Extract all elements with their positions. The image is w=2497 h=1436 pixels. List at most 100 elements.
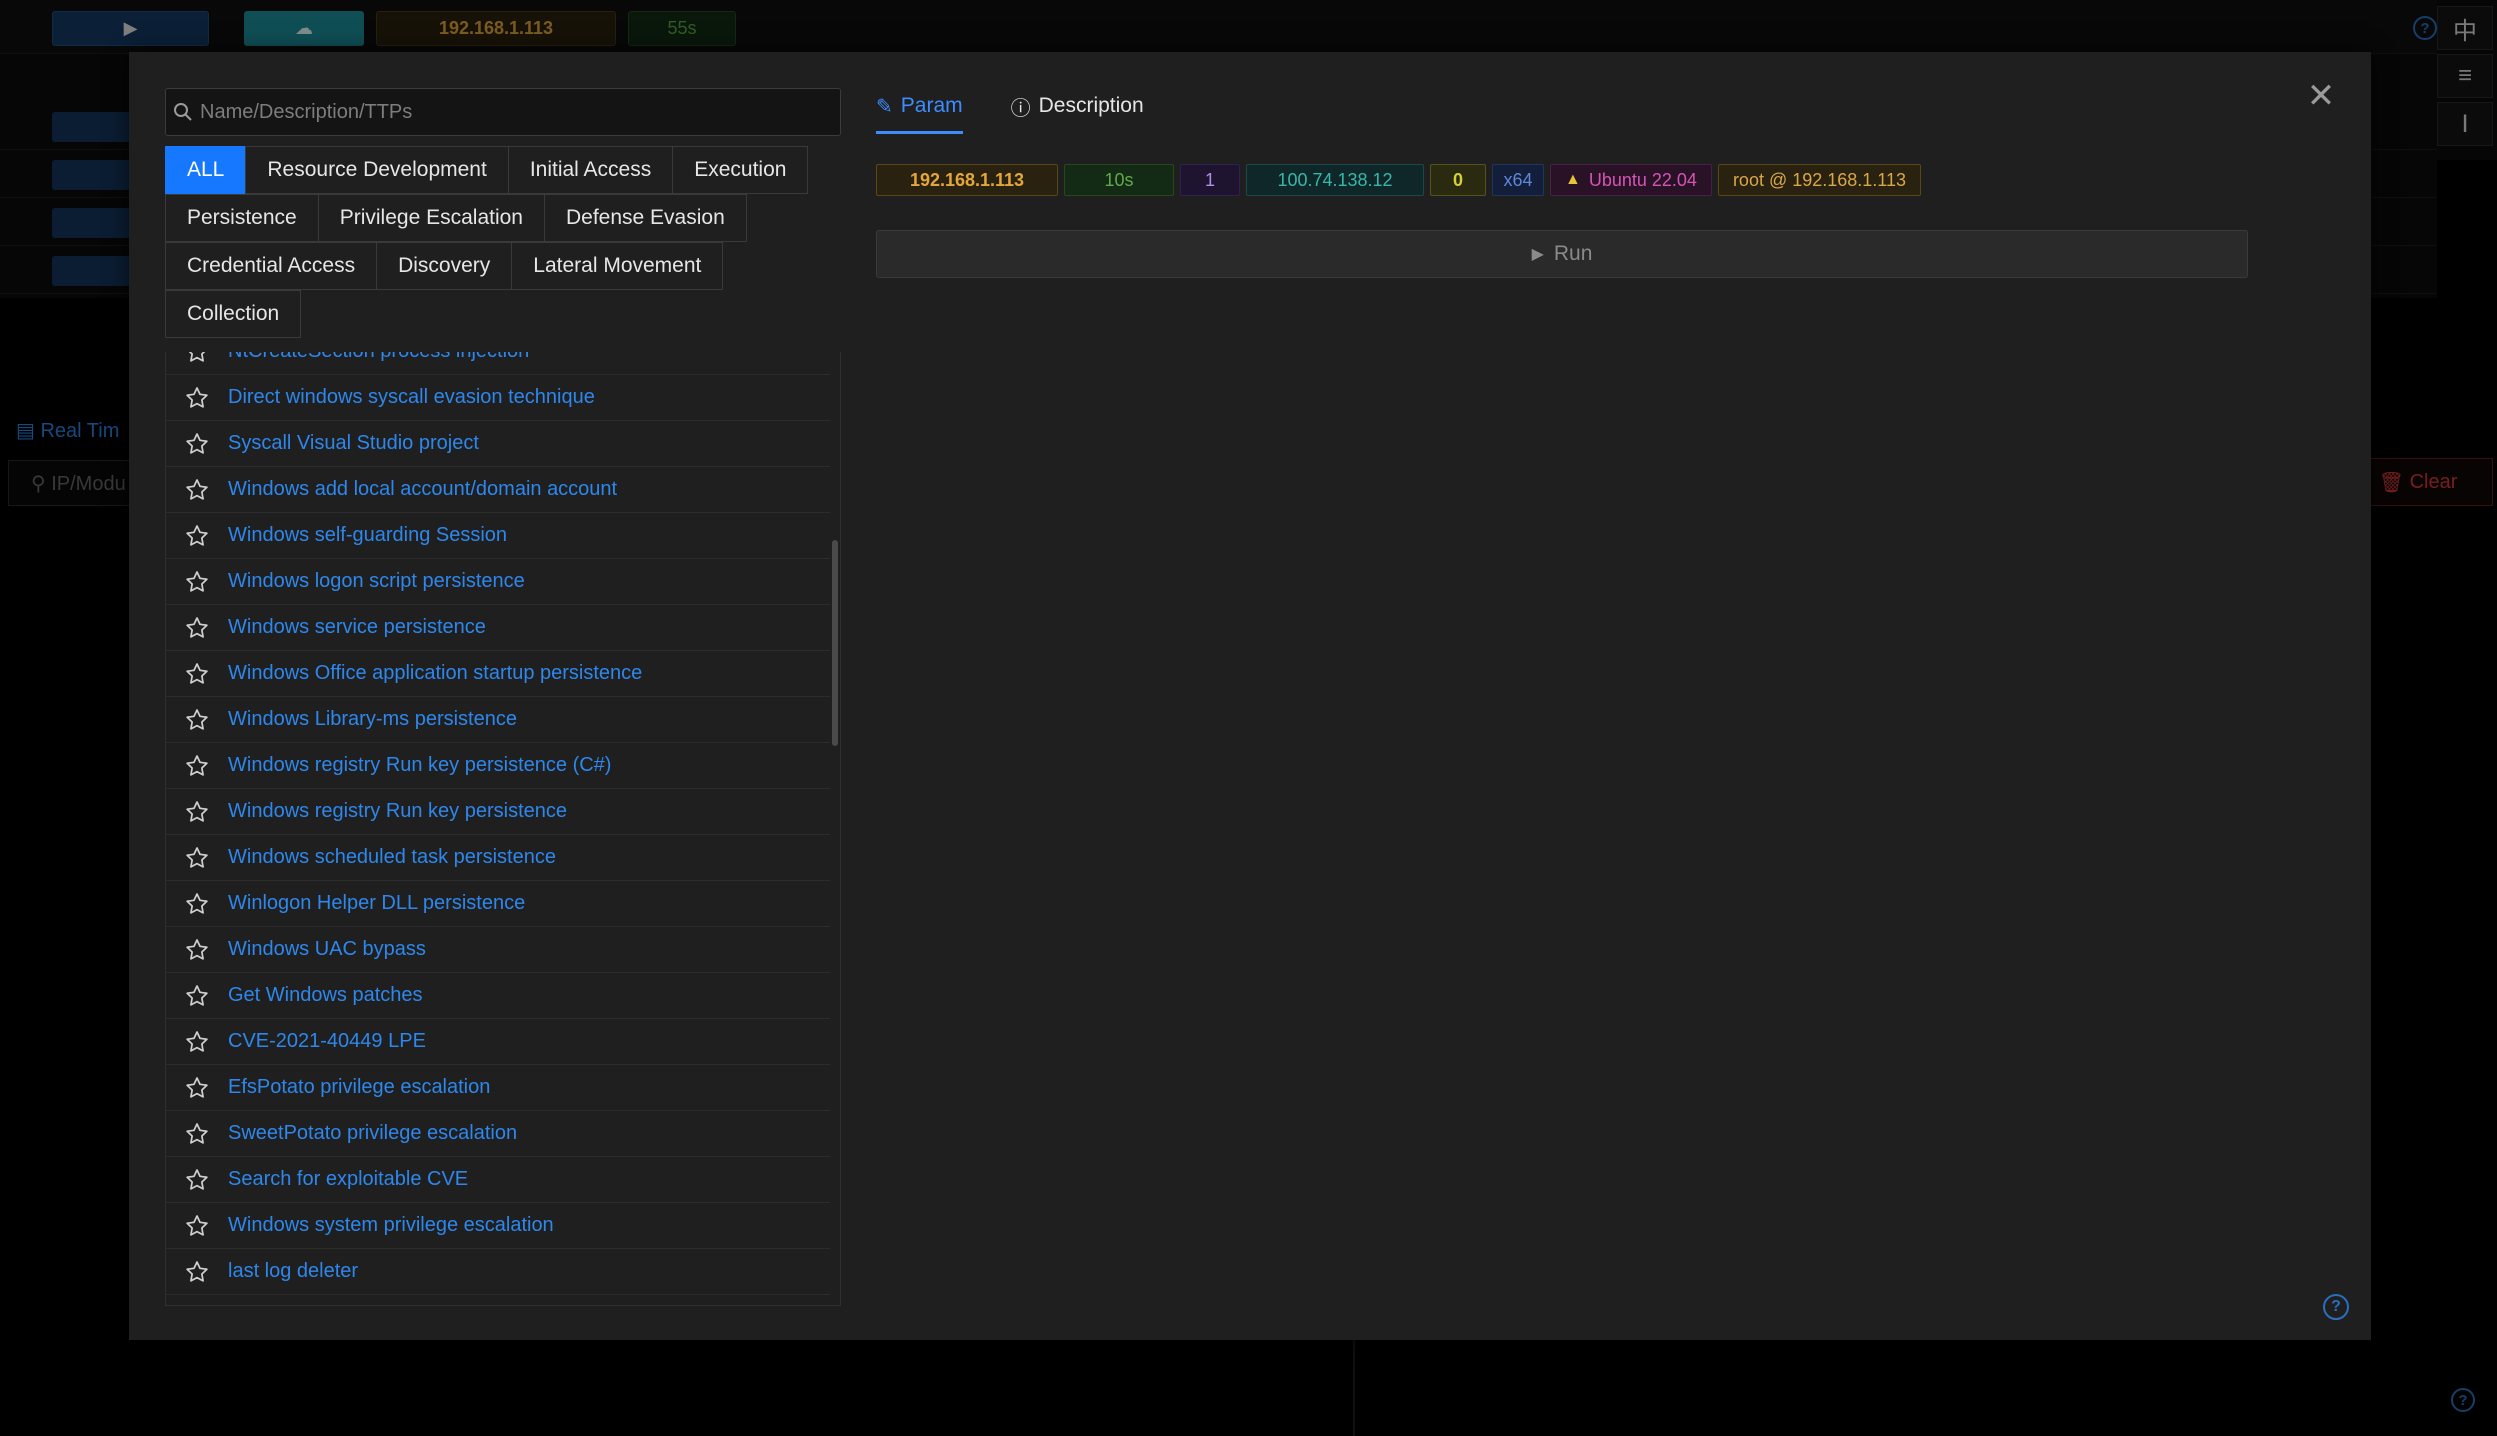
tactic-tag[interactable]: Persistence <box>165 194 319 242</box>
tactic-tag[interactable]: Collection <box>165 290 302 338</box>
search-icon <box>166 89 200 135</box>
module-name-link[interactable]: Winlogon Helper DLL persistence <box>228 892 525 915</box>
star-icon[interactable] <box>184 1213 210 1239</box>
list-item[interactable]: Direct windows syscall evasion technique <box>166 375 830 421</box>
tactic-tag[interactable]: Initial Access <box>507 146 674 194</box>
module-name-link[interactable]: Windows Library-ms persistence <box>228 708 517 731</box>
module-name-link[interactable]: Windows registry Run key persistence <box>228 800 567 823</box>
help-icon[interactable]: ? <box>2413 16 2437 40</box>
tab-description[interactable]: ⓘ Description <box>1011 78 1144 134</box>
module-name-link[interactable]: Windows service persistence <box>228 616 486 639</box>
list-item[interactable]: Syscall Visual Studio project <box>166 421 830 467</box>
module-name-link[interactable]: Syscall Visual Studio project <box>228 432 479 455</box>
help-icon[interactable]: ? <box>2451 1388 2475 1412</box>
text-cursor-icon[interactable]: Ⅰ <box>2437 102 2493 146</box>
tab-description-label: Description <box>1038 94 1144 117</box>
module-name-link[interactable]: CVE-2021-40449 LPE <box>228 1030 426 1053</box>
list-item[interactable]: Windows system privilege escalation <box>166 1203 830 1249</box>
module-name-link[interactable]: NtCreateSection process injection <box>228 352 529 363</box>
tactic-tag[interactable]: Credential Access <box>165 242 378 290</box>
list-item[interactable]: Windows self-guarding Session <box>166 513 830 559</box>
star-icon[interactable] <box>184 661 210 687</box>
star-icon[interactable] <box>184 523 210 549</box>
module-name-link[interactable]: Windows UAC bypass <box>228 938 426 961</box>
module-name-link[interactable]: Windows system privilege escalation <box>228 1214 554 1237</box>
star-icon[interactable] <box>184 799 210 825</box>
list-item[interactable]: Windows scheduled task persistence <box>166 835 830 881</box>
star-icon[interactable] <box>184 1075 210 1101</box>
list-item[interactable]: CVE-2021-40449 LPE <box>166 1019 830 1065</box>
list-item[interactable]: Winlogon Helper DLL persistence <box>166 881 830 927</box>
edit-icon: ✎ <box>876 95 893 118</box>
session-ip-badge: 192.168.1.113 <box>876 164 1058 196</box>
list-item[interactable]: last log deleter <box>166 1249 830 1295</box>
list-item[interactable]: Windows logon script persistence <box>166 559 830 605</box>
tactic-tag[interactable]: Privilege Escalation <box>317 194 545 242</box>
module-name-link[interactable]: Search for exploitable CVE <box>228 1168 468 1191</box>
list-item[interactable]: Windows add local account/domain account <box>166 467 830 513</box>
info-icon: ⓘ <box>1010 97 1031 120</box>
module-name-link[interactable]: Get Windows patches <box>228 984 423 1007</box>
star-icon[interactable] <box>184 753 210 779</box>
session-info-bar: 192.168.1.113 10s 1 100.74.138.12 0 x64 … <box>876 164 1927 196</box>
tactic-tag[interactable]: ALL <box>165 146 247 194</box>
list-item[interactable]: Windows registry Run key persistence <box>166 789 830 835</box>
language-toggle-button[interactable]: 中 <box>2437 6 2493 50</box>
star-icon[interactable] <box>184 845 210 871</box>
module-name-link[interactable]: Windows scheduled task persistence <box>228 846 556 869</box>
realtime-tab[interactable]: ▤ Real Tim <box>16 418 119 443</box>
module-name-link[interactable]: Windows registry Run key persistence (C#… <box>228 754 611 777</box>
star-icon[interactable] <box>184 615 210 641</box>
module-name-link[interactable]: Direct windows syscall evasion technique <box>228 386 595 409</box>
menu-icon[interactable]: ≡ <box>2437 54 2493 98</box>
list-item[interactable]: Windows UAC bypass <box>166 927 830 973</box>
star-icon[interactable] <box>184 477 210 503</box>
tactic-tag[interactable]: Resource Development <box>245 146 509 194</box>
play-button[interactable]: ▶ <box>52 11 209 46</box>
tactic-filter-group: ALL Resource Development Initial Access Exe… <box>165 146 845 338</box>
module-name-link[interactable]: EfsPotato privilege escalation <box>228 1076 490 1099</box>
tactic-tag[interactable]: Discovery <box>376 242 513 290</box>
star-icon[interactable] <box>184 1259 210 1285</box>
tab-param[interactable]: ✎ Param <box>876 78 963 134</box>
star-icon[interactable] <box>184 1121 210 1147</box>
module-search-input[interactable] <box>200 90 840 134</box>
list-item[interactable]: Windows Library-ms persistence <box>166 697 830 743</box>
list-scrollbar[interactable] <box>832 540 838 746</box>
tactic-tag[interactable]: Defense Evasion <box>543 194 747 242</box>
list-item[interactable]: SweetPotato privilege escalation <box>166 1111 830 1157</box>
list-item[interactable]: NtCreateSection process injection <box>166 352 830 375</box>
module-name-link[interactable]: Windows self-guarding Session <box>228 524 507 547</box>
run-button[interactable]: ▶ Run <box>876 230 2248 278</box>
tactic-tag[interactable]: Execution <box>672 146 809 194</box>
list-item[interactable]: Windows registry Run key persistence (C#… <box>166 743 830 789</box>
help-icon[interactable]: ? <box>2323 1294 2349 1320</box>
module-search-field <box>165 88 841 136</box>
star-icon[interactable] <box>184 1029 210 1055</box>
list-item[interactable]: Windows Office application startup persi… <box>166 651 830 697</box>
star-icon[interactable] <box>184 937 210 963</box>
list-item[interactable]: Get Windows patches <box>166 973 830 1019</box>
module-name-link[interactable]: SweetPotato privilege escalation <box>228 1122 517 1145</box>
star-icon[interactable] <box>184 707 210 733</box>
star-icon[interactable] <box>184 1167 210 1193</box>
list-item[interactable]: EfsPotato privilege escalation <box>166 1065 830 1111</box>
pane-divider[interactable] <box>1353 1340 1355 1436</box>
log-search-placeholder: ⚲ IP/Modu <box>31 473 126 495</box>
list-item[interactable]: Search for exploitable CVE <box>166 1157 830 1203</box>
star-icon[interactable] <box>184 431 210 457</box>
star-icon[interactable] <box>184 891 210 917</box>
module-name-link[interactable]: Windows add local account/domain account <box>228 478 617 501</box>
star-icon[interactable] <box>184 569 210 595</box>
star-icon[interactable] <box>184 385 210 411</box>
module-name-link[interactable]: last log deleter <box>228 1260 358 1283</box>
module-name-link[interactable]: Windows logon script persistence <box>228 570 525 593</box>
module-list-container: NtCreateSection process injection Direct … <box>165 352 841 1306</box>
star-icon[interactable] <box>184 983 210 1009</box>
list-item[interactable]: Windows service persistence <box>166 605 830 651</box>
cloud-icon[interactable]: ☁ <box>244 11 364 46</box>
star-icon[interactable] <box>184 352 210 365</box>
module-name-link[interactable]: Windows Office application startup persi… <box>228 662 642 685</box>
close-icon[interactable]: ✕ <box>2303 77 2339 115</box>
tactic-tag[interactable]: Lateral Movement <box>511 242 724 290</box>
